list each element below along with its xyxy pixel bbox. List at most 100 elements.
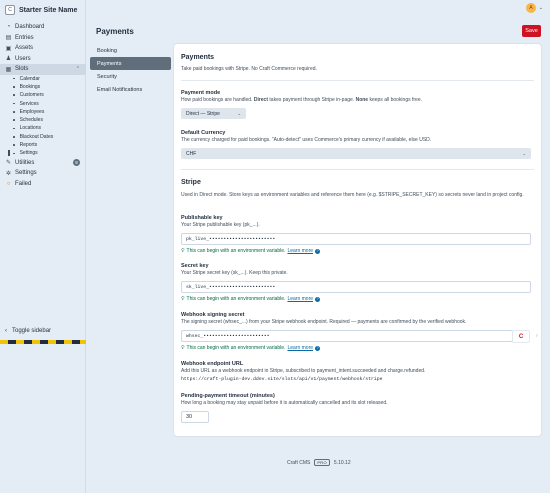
chevron-right-icon[interactable]: › xyxy=(536,333,538,339)
subnav-item-customers[interactable]: Customers xyxy=(13,91,86,99)
stripe-intro: Used in Direct mode. Store keys as envir… xyxy=(181,192,524,198)
site-icon: C xyxy=(5,5,15,15)
subnav-label: Settings xyxy=(19,150,38,157)
nav-item-utilities[interactable]: ✎ Utilities 8 xyxy=(0,157,86,168)
nav-item-settings[interactable]: ✲ Settings xyxy=(0,168,86,179)
webhook-endpoint-label: Webhook endpoint URL xyxy=(181,361,244,367)
timeout-help: How long a booking may stay unpaid befor… xyxy=(181,400,388,406)
payments-heading: Payments xyxy=(181,54,215,61)
gauge-icon: ◔ xyxy=(6,24,11,31)
webhook-endpoint-help: Add this URL as a webhook endpoint in St… xyxy=(181,368,426,374)
subnav-item-calendar[interactable]: Calendar xyxy=(13,75,86,83)
env-tip-text: This can begin with an environment varia… xyxy=(186,296,286,302)
settings-subnav: Booking Payments Security Email Notifica… xyxy=(90,44,171,96)
payment-mode-label: Payment mode xyxy=(181,90,221,96)
footer-version: 5.10.12 xyxy=(333,459,351,466)
nav-label: Utilities xyxy=(15,159,35,166)
tab-payments[interactable]: Payments xyxy=(90,57,171,70)
avatar[interactable]: A xyxy=(526,3,536,13)
password-manager-icon[interactable]: C xyxy=(512,330,530,343)
publishable-key-input[interactable]: pk_live_••••••••••••••••••••••• xyxy=(181,233,531,245)
subnav-item-blackout-dates[interactable]: Blackout Dates xyxy=(13,133,86,141)
payment-mode-select[interactable]: Direct — Stripe ⌄ xyxy=(181,108,246,119)
subnav-label: Locations xyxy=(19,125,41,132)
select-caret-icon: ⌄ xyxy=(522,151,526,156)
secret-key-label: Secret key xyxy=(181,263,209,269)
lightbulb-icon: 💡︎ xyxy=(181,248,185,254)
chevron-down-icon[interactable]: ⌄ xyxy=(539,5,543,11)
nav-item-assets[interactable]: ▣ Assets xyxy=(0,43,86,54)
webhook-endpoint-url[interactable]: https://craft-plugin-dev.ddev.site/slots… xyxy=(181,377,383,382)
nav-label: Settings xyxy=(15,170,37,177)
nav-label: Dashboard xyxy=(15,24,45,31)
env-var-tip: 💡︎ This can begin with an environment va… xyxy=(181,345,321,351)
env-var-tip: 💡︎ This can begin with an environment va… xyxy=(181,296,321,302)
payment-mode-help: How paid bookings are handled. Direct ta… xyxy=(181,97,422,103)
env-var-tip: 💡︎ This can begin with an environment va… xyxy=(181,248,321,254)
learn-more-link[interactable]: Learn more xyxy=(287,345,313,351)
newspaper-icon: ▤ xyxy=(5,35,12,42)
page-title: Payments xyxy=(96,27,134,36)
toggle-sidebar-button[interactable]: ‹ Toggle sidebar xyxy=(5,328,51,334)
learn-more-link[interactable]: Learn more xyxy=(287,248,313,254)
divider xyxy=(181,169,534,170)
subnav-item-bookings[interactable]: Bookings xyxy=(13,83,86,91)
save-button[interactable]: Save xyxy=(522,25,541,37)
info-icon[interactable]: ? xyxy=(315,296,321,302)
webhook-secret-input[interactable]: whsec_••••••••••••••••••••••• xyxy=(181,330,513,342)
subnav-label: Blackout Dates xyxy=(19,133,54,140)
lightbulb-icon: 💡︎ xyxy=(181,345,185,351)
users-icon: ♟ xyxy=(5,56,12,63)
toggle-sidebar-label: Toggle sidebar xyxy=(12,328,52,334)
currency-value: CHF xyxy=(186,150,197,157)
nav-label: Entries xyxy=(15,34,34,41)
chevron-left-icon: ‹ xyxy=(5,328,7,334)
webhook-secret-label: Webhook signing secret xyxy=(181,312,245,318)
subnav-item-reports[interactable]: Reports xyxy=(13,141,86,149)
subnav-item-employees[interactable]: Employees xyxy=(13,108,86,116)
utilities-badge: 8 xyxy=(73,159,80,167)
nav-item-slots[interactable]: ▦ Slots ⌃ xyxy=(0,64,86,75)
stripe-heading: Stripe xyxy=(181,179,201,186)
env-tip-text: This can begin with an environment varia… xyxy=(186,248,286,254)
payment-mode-value: Direct — Stripe xyxy=(186,110,220,117)
slots-subnav: Calendar Bookings Customers Services Emp… xyxy=(0,75,86,158)
bullet-icon xyxy=(13,102,15,105)
bullet-icon xyxy=(13,94,15,97)
nav-label: Users xyxy=(15,55,31,62)
info-icon[interactable]: ? xyxy=(315,248,321,254)
bullet-icon xyxy=(13,135,15,138)
timeout-label: Pending-payment timeout (minutes) xyxy=(181,393,275,399)
nav-item-users[interactable]: ♟ Users xyxy=(0,54,86,65)
tab-booking[interactable]: Booking xyxy=(90,44,171,57)
currency-select[interactable]: CHF ⌄ xyxy=(181,148,531,159)
subnav-item-settings[interactable]: Settings xyxy=(8,149,86,157)
bullet-icon xyxy=(13,144,15,146)
subnav-item-schedules[interactable]: Schedules xyxy=(13,116,86,124)
info-icon[interactable]: ? xyxy=(315,345,321,351)
chevron-up-icon[interactable]: ⌃ xyxy=(76,66,80,72)
subnav-label: Customers xyxy=(19,92,44,99)
tab-email-notifications[interactable]: Email Notifications xyxy=(90,83,171,96)
calendar-icon: ▦ xyxy=(5,66,12,73)
publishable-key-help: Your Stripe publishable key (pk_...). xyxy=(181,222,260,228)
site-switcher[interactable]: C Starter Site Name xyxy=(5,4,85,16)
nav-item-failed[interactable]: ○ Failed xyxy=(0,178,86,189)
secret-key-input[interactable]: sk_live_••••••••••••••••••••••• xyxy=(181,281,531,293)
publishable-key-label: Publishable key xyxy=(181,215,223,221)
tab-security[interactable]: Security xyxy=(90,70,171,83)
subnav-label: Bookings xyxy=(19,83,41,90)
image-icon: ▣ xyxy=(5,45,12,52)
learn-more-link[interactable]: Learn more xyxy=(287,296,313,302)
nav-item-dashboard[interactable]: ◔ Dashboard xyxy=(0,22,86,33)
lightbulb-icon: 💡︎ xyxy=(181,296,185,302)
subnav-item-locations[interactable]: Locations xyxy=(13,124,86,132)
nav-item-entries[interactable]: ▤ Entries xyxy=(0,33,86,44)
timeout-input[interactable]: 30 xyxy=(181,411,209,423)
subnav-item-services[interactable]: Services xyxy=(13,99,86,107)
bullet-icon xyxy=(13,127,15,130)
top-bar: A ⌄ xyxy=(86,0,550,18)
footer-product: Craft CMS xyxy=(287,459,311,466)
nav-label: Assets xyxy=(15,45,34,52)
subnav-label: Services xyxy=(19,100,39,107)
